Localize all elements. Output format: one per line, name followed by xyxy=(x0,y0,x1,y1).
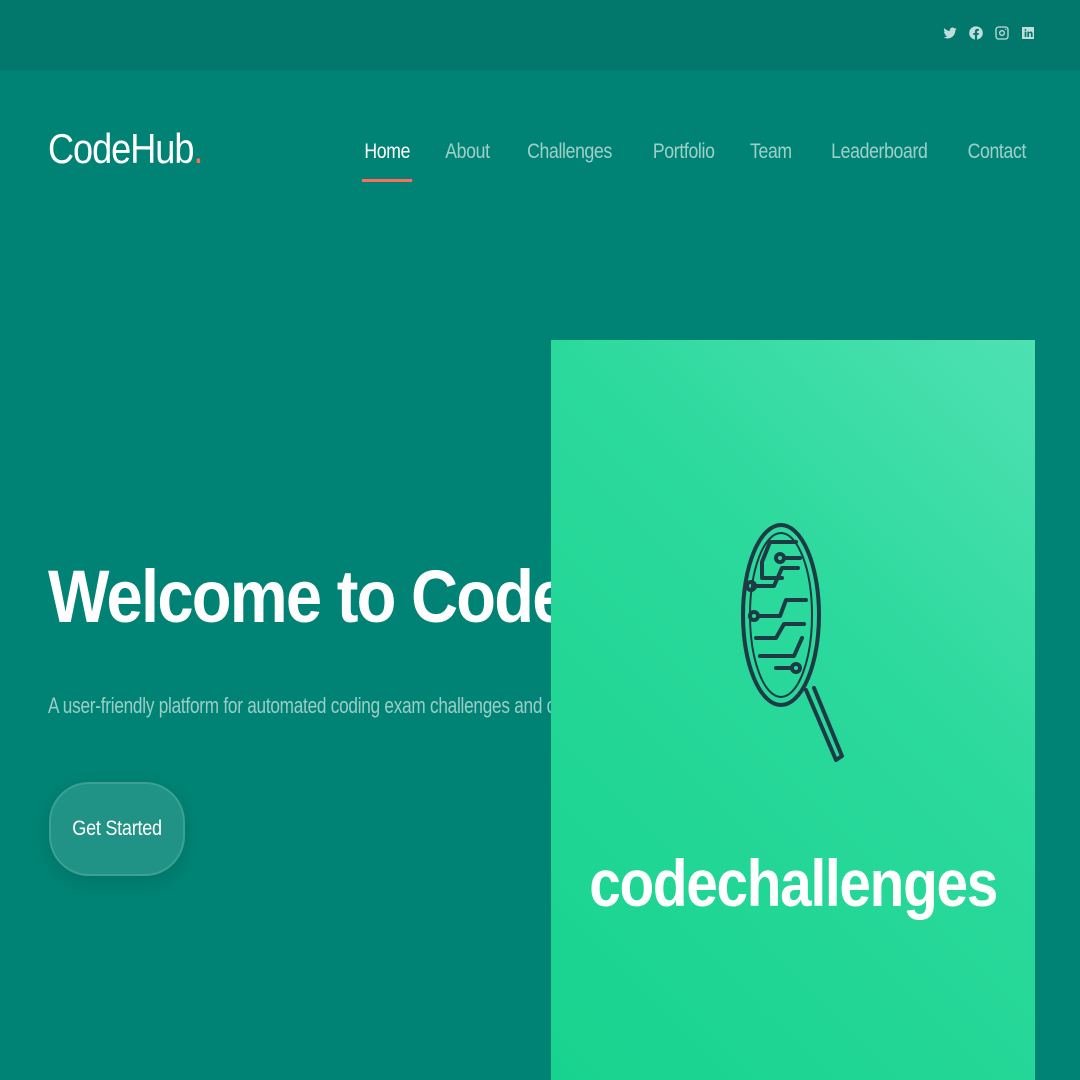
nav-item-team[interactable]: Team xyxy=(750,140,792,164)
nav-item-portfolio[interactable]: Portfolio xyxy=(652,140,714,164)
linkedin-icon[interactable] xyxy=(1020,20,1036,46)
social-links xyxy=(942,20,1036,46)
hero-subtitle: A user-friendly platform for automated c… xyxy=(48,693,620,718)
magnifier-circuit-icon xyxy=(741,523,844,762)
nav-item-contact[interactable]: Contact xyxy=(968,140,1027,164)
instagram-icon[interactable] xyxy=(994,20,1010,46)
hero-image: codechallenges xyxy=(551,340,1035,1080)
logo-dot: . xyxy=(193,125,203,172)
site-header: CodeHub. Home About Challenges Portfolio… xyxy=(0,70,1080,230)
get-started-label: Get Started xyxy=(72,817,162,840)
facebook-icon[interactable] xyxy=(968,20,984,46)
hero-image-brand: codechallenges xyxy=(551,850,1035,916)
nav-item-leaderboard[interactable]: Leaderboard xyxy=(831,140,928,164)
hero-image-brand-text: codechallenges xyxy=(589,846,998,920)
nav-item-about[interactable]: About xyxy=(445,140,490,164)
main-nav: Home About Challenges Portfolio Team Lea… xyxy=(360,140,1032,182)
nav-item-home[interactable]: Home xyxy=(361,140,414,182)
get-started-button[interactable]: Get Started xyxy=(49,782,185,876)
twitter-icon[interactable] xyxy=(942,20,958,46)
nav-item-challenges[interactable]: Challenges xyxy=(528,140,613,164)
logo-text: CodeHub xyxy=(48,125,194,172)
logo[interactable]: CodeHub. xyxy=(48,125,203,172)
top-bar xyxy=(0,0,1080,70)
